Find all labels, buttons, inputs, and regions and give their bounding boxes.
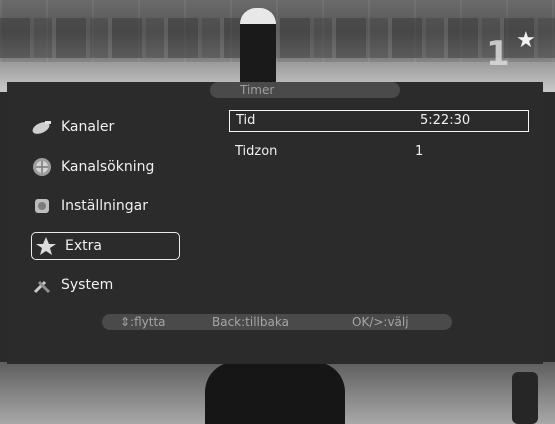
background-star-icon: ★ [516, 28, 536, 53]
background-figure [205, 362, 345, 424]
menu-item-label: System [61, 277, 114, 293]
wrench-screwdriver-icon [31, 274, 53, 296]
menu-item-installningar[interactable]: Inställningar [31, 193, 148, 219]
satellite-dish-icon [31, 116, 53, 138]
extra-star-icon [35, 235, 57, 257]
help-bar: ⇕:flytta Back:tillbaka OK/>:välj [102, 314, 452, 330]
setting-value-timezone: 1 [415, 144, 424, 159]
background-post [512, 372, 538, 424]
menu-item-label: Inställningar [61, 198, 149, 214]
menu-item-system[interactable]: System [31, 272, 113, 298]
title-bar: Timer [210, 82, 400, 98]
menu-item-label: Kanalsökning [61, 159, 155, 175]
help-ok: OK/>:välj [352, 315, 409, 329]
background-score-text: 1 [486, 34, 510, 74]
menu-item-kanalsokning[interactable]: Kanalsökning [31, 154, 154, 180]
tv-screen: 1 ★ Timer Kanaler Kanalsökning Inställni… [0, 0, 555, 424]
help-move: ⇕:flytta [120, 315, 166, 329]
background-stands [0, 18, 555, 58]
globe-search-icon [31, 156, 53, 178]
background-skater [240, 8, 276, 88]
setting-label: Tid [236, 113, 256, 128]
setting-label: Tidzon [235, 144, 278, 159]
menu-item-label: Extra [65, 238, 102, 254]
osd-menu-panel: Timer Kanaler Kanalsökning Inställningar [7, 82, 543, 364]
menu-item-label: Kanaler [61, 119, 115, 135]
help-back: Back:tillbaka [212, 315, 289, 329]
menu-title: Timer [240, 83, 275, 97]
menu-item-extra[interactable]: Extra [31, 232, 180, 260]
setting-value-time: 5:22:30 [420, 113, 471, 128]
settings-tools-icon [31, 195, 53, 217]
setting-row-tidzon[interactable]: Tidzon 1 [229, 142, 527, 162]
setting-row-tid[interactable]: Tid 5:22:30 [229, 110, 529, 132]
menu-item-kanaler[interactable]: Kanaler [31, 114, 114, 140]
